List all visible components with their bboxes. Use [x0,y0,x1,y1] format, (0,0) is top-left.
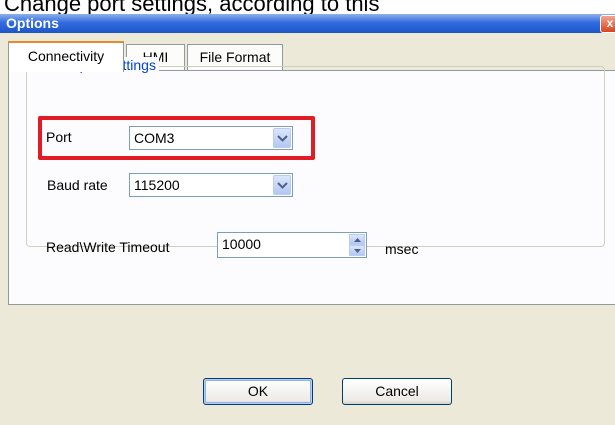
spin-up-icon[interactable] [349,234,365,245]
close-icon[interactable]: x [600,15,615,33]
spin-down-icon[interactable] [349,245,365,256]
timeout-value: 10000 [222,236,261,252]
baud-rate-label: Baud rate [47,177,108,193]
timeout-label: Read\Write Timeout [46,239,170,255]
baud-rate-value: 115200 [134,177,180,193]
window-title: Options [6,15,59,31]
chevron-down-icon[interactable] [273,175,291,195]
window-titlebar: Options x [0,14,615,33]
tab-connectivity[interactable]: Connectivity [8,41,124,72]
cancel-button[interactable]: Cancel [342,378,452,405]
baud-rate-select[interactable]: 115200 [129,173,293,197]
ok-button[interactable]: OK [203,378,313,405]
timeout-spinner[interactable]: 10000 [217,232,367,258]
timeout-unit: msec [385,241,419,257]
port-highlight-box [38,116,315,160]
